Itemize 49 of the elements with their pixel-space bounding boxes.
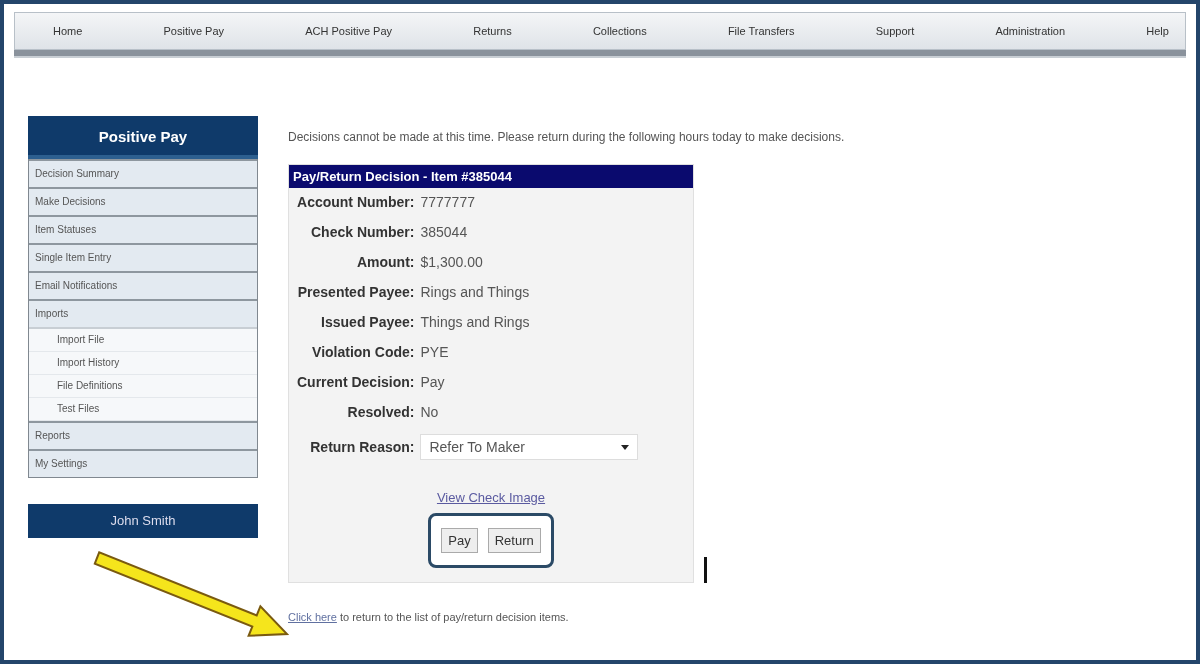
- field-label: Account Number:: [297, 194, 415, 210]
- field-value: Pay: [420, 374, 446, 390]
- sidebar-item[interactable]: Imports: [29, 299, 257, 327]
- field-label: Current Decision:: [297, 374, 415, 390]
- sidebar-title: Positive Pay: [28, 116, 258, 159]
- field-label: Issued Payee:: [320, 314, 415, 330]
- user-name: John Smith: [28, 504, 258, 538]
- sidebar-item[interactable]: Make Decisions: [29, 187, 257, 215]
- field-label: Violation Code:: [311, 344, 415, 360]
- nav-link[interactable]: Collections: [592, 25, 647, 37]
- field-value: PYE: [420, 344, 450, 360]
- sidebar-item[interactable]: Email Notifications: [29, 271, 257, 299]
- sidebar-item[interactable]: Single Item Entry: [29, 243, 257, 271]
- footer-text: to return to the list of pay/return decision items.: [338, 611, 569, 623]
- sidebar-item[interactable]: Reports: [29, 421, 257, 449]
- nav-link[interactable]: ACH Positive Pay: [305, 25, 393, 37]
- field-label: Check Number:: [310, 224, 415, 240]
- field-label: Amount:: [355, 254, 415, 270]
- panel-title: Pay/Return Decision - Item #385044: [289, 165, 693, 188]
- field-value: Things and Rings: [420, 314, 531, 330]
- field-value: Rings and Things: [420, 284, 531, 300]
- nav-link[interactable]: Returns: [473, 25, 512, 37]
- nav-link[interactable]: Support: [875, 25, 915, 37]
- caret-icon: [621, 444, 630, 450]
- field-label: Resolved:: [346, 404, 415, 420]
- nav-link[interactable]: File Transfers: [727, 25, 795, 37]
- field-label: Return Reason:: [309, 439, 415, 455]
- sidebar-subitem[interactable]: Import History: [29, 352, 257, 375]
- sidebar-item[interactable]: Decision Summary: [29, 159, 257, 187]
- info-message: Decisions cannot be made at this time. Please return during the following hours today to make decisions.: [288, 130, 846, 144]
- sidebar-item[interactable]: Item Statuses: [29, 215, 257, 243]
- view-check-image-link[interactable]: View Check Image: [436, 490, 546, 505]
- click-here-link[interactable]: Click here: [288, 611, 337, 623]
- nav-link[interactable]: Help: [1146, 25, 1169, 37]
- nav-link[interactable]: Positive Pay: [163, 25, 225, 37]
- sidebar-item[interactable]: My Settings: [29, 449, 257, 477]
- nav-link[interactable]: Home: [53, 25, 83, 37]
- text-cursor-icon: [704, 557, 707, 583]
- decision-button[interactable]: Return: [487, 528, 541, 553]
- field-value: No: [420, 404, 440, 420]
- field-label: Presented Payee:: [297, 284, 415, 300]
- return-reason-dropdown[interactable]: Refer To Maker: [420, 434, 639, 460]
- field-value: 7777777: [420, 194, 476, 210]
- nav-link[interactable]: Administration: [995, 25, 1066, 37]
- sidebar-subitem[interactable]: File Definitions: [29, 375, 257, 398]
- field-value: $1,300.00: [420, 254, 484, 270]
- decision-button[interactable]: Pay: [441, 528, 478, 553]
- sidebar-subitem[interactable]: Import File: [29, 329, 257, 352]
- field-value: 385044: [420, 224, 469, 240]
